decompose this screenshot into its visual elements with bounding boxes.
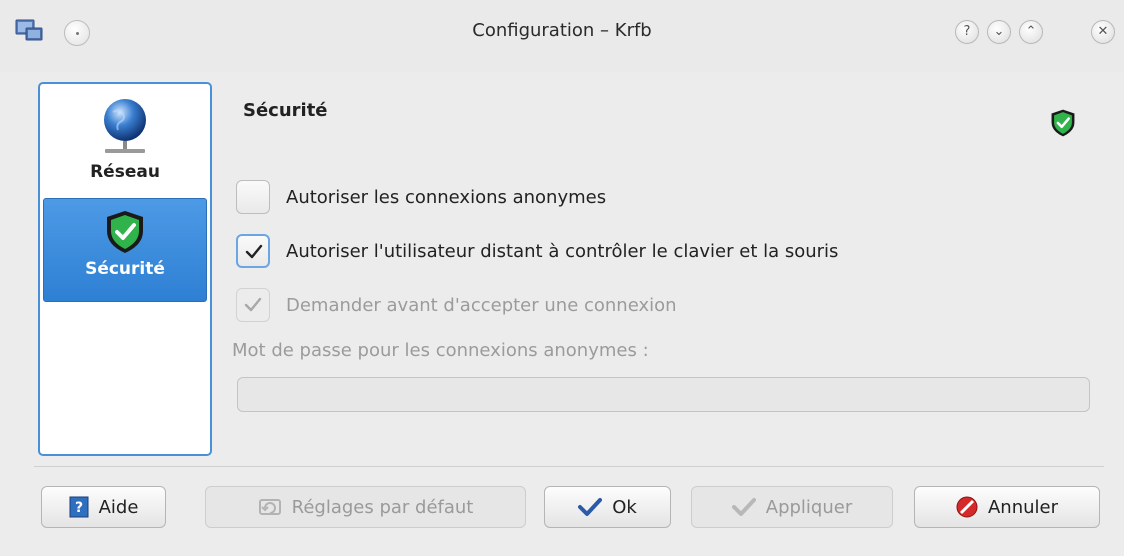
defaults-button-label: Réglages par défaut	[291, 496, 474, 518]
apply-button[interactable]: Appliquer	[691, 486, 893, 528]
cancel-button-label: Annuler	[987, 496, 1058, 518]
cancel-icon	[956, 496, 978, 518]
password-field[interactable]	[237, 377, 1090, 412]
button-separator	[34, 466, 1104, 467]
sidebar-item-securite[interactable]: Sécurité	[43, 198, 207, 302]
svg-text:?: ?	[75, 500, 83, 516]
minimize-button[interactable]: ⌄	[987, 20, 1011, 44]
remote-control-checkbox[interactable]	[236, 234, 270, 268]
title-bar: Configuration – Krfb ? ⌄ ⌃ ✕	[0, 0, 1124, 72]
option-remote-control[interactable]: Autoriser l'utilisateur distant à contrô…	[236, 231, 838, 271]
anonymous-connections-checkbox[interactable]	[236, 180, 270, 214]
remote-control-label: Autoriser l'utilisateur distant à contrô…	[286, 240, 839, 262]
apply-button-label: Appliquer	[765, 496, 853, 518]
page-title: Sécurité	[243, 100, 328, 121]
help-dialog-button[interactable]: ? Aide	[41, 486, 166, 528]
close-button[interactable]: ✕	[1091, 20, 1115, 44]
checkmark-icon	[578, 497, 603, 517]
sidebar-item-reseau[interactable]: Réseau	[43, 88, 207, 196]
ok-button-label: Ok	[612, 496, 637, 518]
password-label: Mot de passe pour les connexions anonyme…	[232, 340, 649, 361]
help-button-label: Aide	[98, 496, 139, 518]
anonymous-connections-label: Autoriser les connexions anonymes	[286, 186, 607, 208]
page-list-sidebar: Réseau Sécurité	[38, 82, 212, 456]
ask-before-accepting-checkbox[interactable]	[236, 288, 270, 322]
shield-icon	[107, 211, 143, 253]
cancel-button[interactable]: Annuler	[914, 486, 1100, 528]
option-ask-before-accepting[interactable]: Demander avant d'accepter une connexion	[236, 285, 677, 325]
checkmark-icon	[731, 497, 756, 517]
help-button[interactable]: ?	[955, 20, 979, 44]
help-book-icon: ?	[69, 496, 89, 518]
sidebar-item-label: Réseau	[90, 162, 160, 182]
sidebar-item-label: Sécurité	[85, 259, 165, 279]
globe-network-icon	[104, 99, 146, 153]
option-anonymous-connections[interactable]: Autoriser les connexions anonymes	[236, 177, 606, 217]
checkmark-icon	[245, 244, 263, 259]
maximize-button[interactable]: ⌃	[1019, 20, 1043, 44]
ok-button[interactable]: Ok	[544, 486, 671, 528]
restore-defaults-icon	[258, 496, 282, 518]
defaults-button[interactable]: Réglages par défaut	[205, 486, 526, 528]
checkmark-icon	[244, 297, 262, 312]
ask-before-accepting-label: Demander avant d'accepter une connexion	[286, 294, 677, 316]
shield-icon	[1049, 108, 1077, 142]
